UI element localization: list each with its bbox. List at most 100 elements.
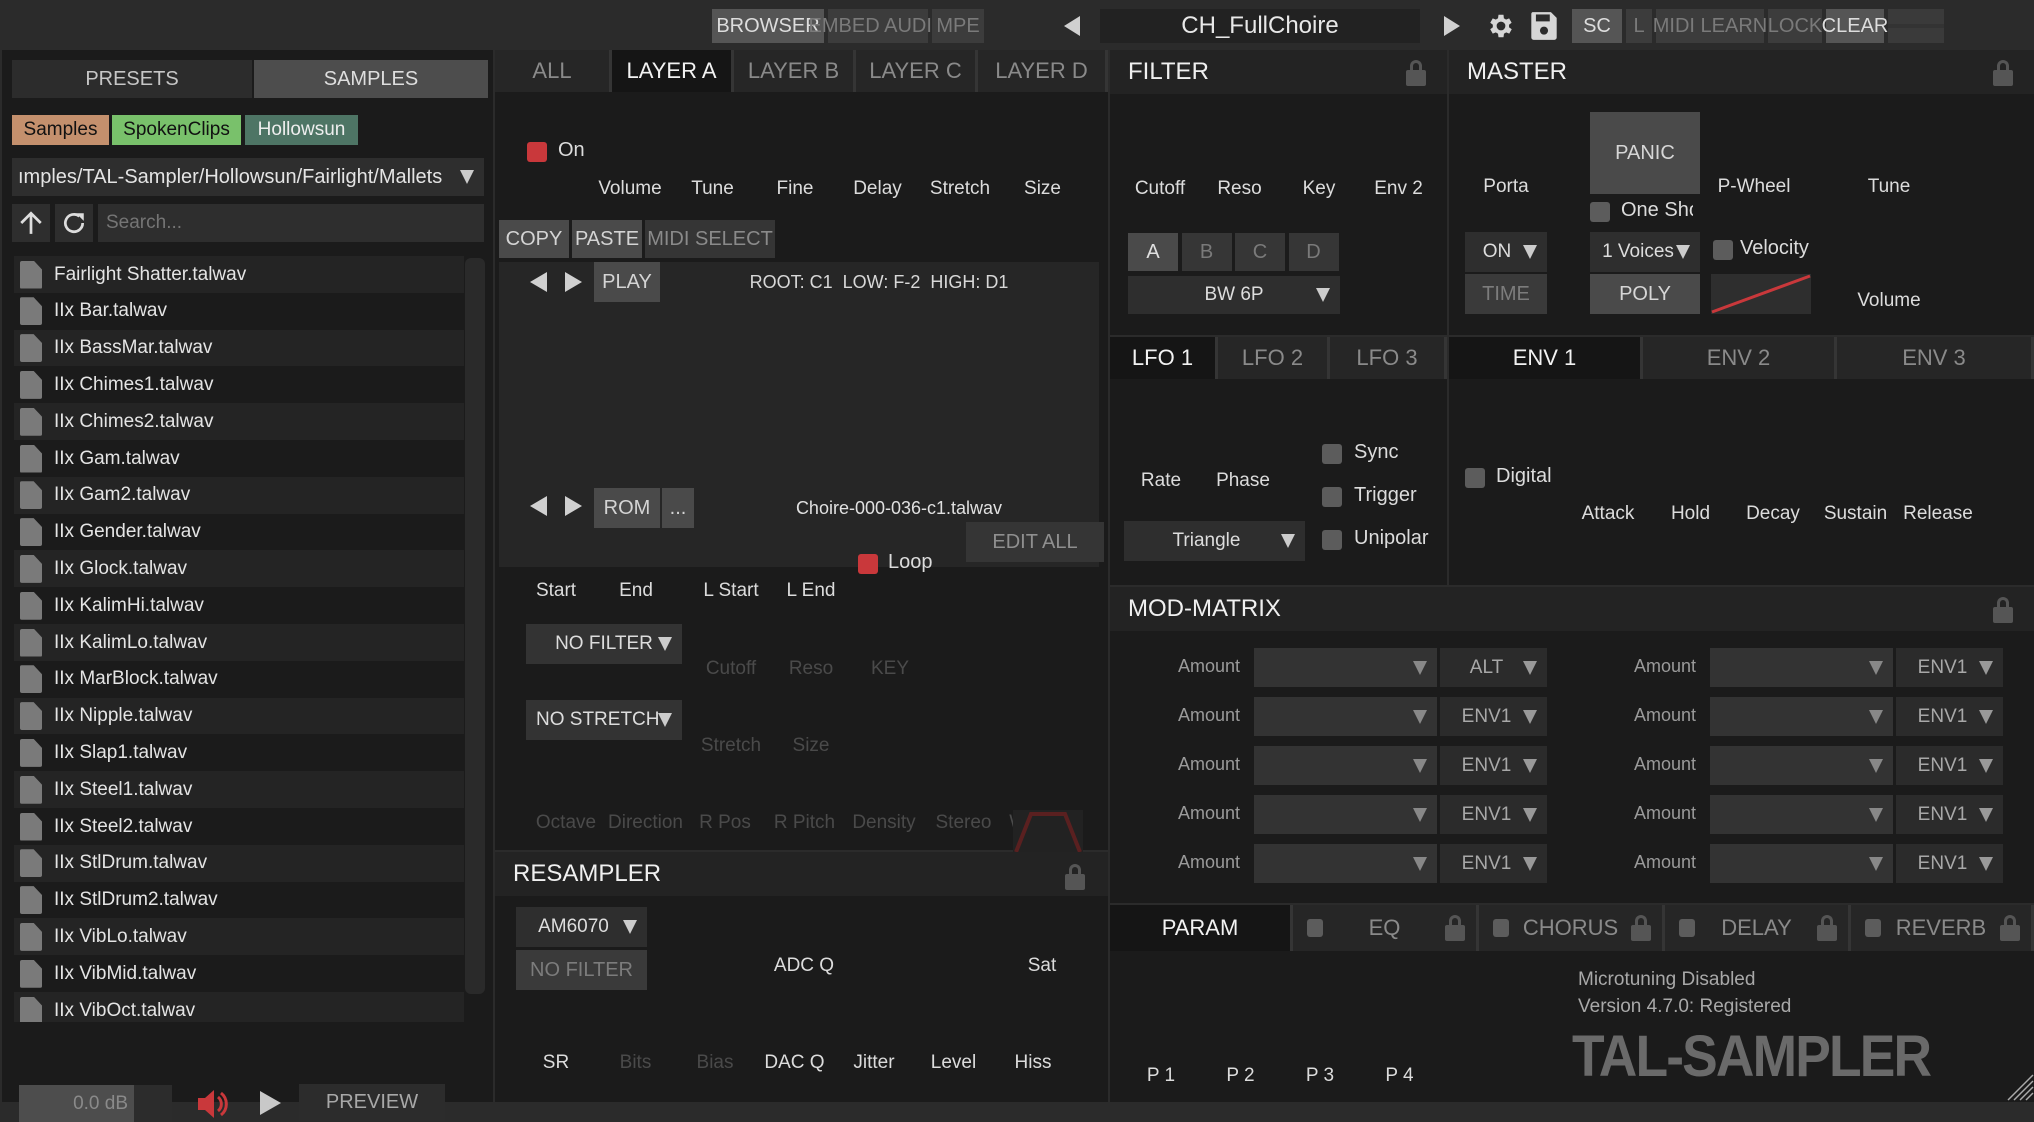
mod-dest-dropdown[interactable]: ENV1 [1440,746,1547,785]
fx-reverb-lock-icon[interactable] [2000,915,2020,941]
up-folder-button[interactable] [12,204,50,242]
prev-preset-icon[interactable] [1064,16,1080,36]
modmatrix-lock-icon[interactable] [1993,597,2013,623]
play-preview-icon[interactable] [260,1091,281,1115]
browser-button[interactable]: BROWSER [712,9,824,43]
mpe-button[interactable]: MPE [932,9,984,43]
resize-grip-icon[interactable] [2006,1073,2034,1101]
mod-source-dropdown[interactable] [1254,844,1437,883]
tab-fx-delay[interactable]: DELAY [1665,905,1851,951]
mod-dest-dropdown[interactable]: ENV1 [1440,795,1547,834]
lock-button[interactable]: LOCK [1768,9,1822,43]
voices-dropdown[interactable]: 1 Voices [1590,232,1700,272]
mod-dest-dropdown[interactable]: ENV1 [1896,844,2003,883]
tag-hollowsun[interactable]: Hollowsun [245,115,358,145]
gain-slider[interactable]: 0.0 dB [19,1085,172,1122]
file-row[interactable]: IIx KalimHi.talwav [14,587,464,625]
mod-dest-dropdown[interactable]: ENV1 [1896,795,2003,834]
file-row[interactable]: IIx Steel1.talwav [14,771,464,809]
tab-layer-layer-b[interactable]: LAYER B [734,50,856,92]
lfo-trigger-checkbox[interactable] [1322,487,1342,507]
next-sample-icon[interactable] [565,272,582,292]
file-row[interactable]: IIx StlDrum.talwav [14,844,464,882]
tag-spokenclips[interactable]: SpokenClips [112,115,241,145]
mod-source-dropdown[interactable] [1710,795,1893,834]
edit-all-button[interactable]: EDIT ALL [966,522,1104,562]
fx-chorus-lock-icon[interactable] [1631,915,1651,941]
stretch-dropdown[interactable]: NO STRETCH [526,700,682,740]
mod-dest-dropdown[interactable]: ENV1 [1440,844,1547,883]
file-row[interactable]: IIx Gender.talwav [14,513,464,551]
velocity-curve[interactable] [1711,274,1811,314]
file-row[interactable]: IIx VibLo.talwav [14,918,464,956]
paste-button[interactable]: PASTE [572,220,642,258]
fx-delay-lock-icon[interactable] [1817,915,1837,941]
tab-lfo-lfo-3[interactable]: LFO 3 [1330,337,1447,379]
digital-checkbox[interactable] [1465,468,1485,488]
file-list-scrollbar[interactable] [465,258,485,994]
lfo-waveform-dropdown[interactable]: Triangle [1124,521,1305,561]
tab-layer-layer-d[interactable]: LAYER D [978,50,1108,92]
refresh-button[interactable] [55,204,93,242]
loop-checkbox[interactable] [858,554,878,574]
lfo-sync-checkbox[interactable] [1322,444,1342,464]
layer-on-checkbox[interactable] [527,142,547,162]
prev-rom-icon[interactable] [530,496,547,516]
tab-fx-eq[interactable]: EQ [1293,905,1479,951]
resampler-model-dropdown[interactable]: AM6070 [516,907,647,947]
next-rom-icon[interactable] [565,496,582,516]
master-lock-icon[interactable] [1993,60,2013,86]
file-row[interactable]: IIx KalimLo.talwav [14,624,464,661]
fx-eq-lock-icon[interactable] [1445,915,1465,941]
path-dropdown[interactable]: ımples/TAL-Sampler/Hollowsun/Fairlight/M… [12,158,484,196]
file-row[interactable]: IIx VibMid.talwav [14,955,464,993]
resampler-filter-button[interactable]: NO FILTER [516,950,647,990]
mod-source-dropdown[interactable] [1710,746,1893,785]
tab-env-env-1[interactable]: ENV 1 [1449,337,1643,379]
file-row[interactable]: IIx StlDrum2.talwav [14,881,464,919]
mod-source-dropdown[interactable] [1254,795,1437,834]
filter-slot-c[interactable]: C [1235,233,1285,271]
file-row[interactable]: IIx Bar.talwav [14,292,464,330]
porta-mode-dropdown[interactable]: ON [1465,232,1547,272]
save-icon[interactable] [1530,11,1558,41]
file-row[interactable]: IIx Chimes2.talwav [14,403,464,441]
tab-presets[interactable]: PRESETS [12,60,252,98]
window-shape-icon[interactable] [1013,810,1083,854]
tab-samples[interactable]: SAMPLES [254,60,488,98]
next-preset-icon[interactable] [1444,16,1460,36]
waveform[interactable] [499,304,1099,484]
resampler-lock-icon[interactable] [1065,864,1085,890]
tab-fx-chorus[interactable]: CHORUS [1479,905,1665,951]
file-row[interactable]: IIx MarBlock.talwav [14,660,464,698]
mod-dest-dropdown[interactable]: ENV1 [1440,697,1547,736]
file-row[interactable]: IIx Slap1.talwav [14,734,464,772]
file-list[interactable]: Fairlight Shatter.talwav IIx Bar.talwav II… [2,250,472,1022]
filter-type-dropdown[interactable]: BW 6P [1128,276,1340,314]
filter-slot-d[interactable]: D [1288,233,1339,271]
speaker-icon[interactable] [196,1087,228,1121]
gear-icon[interactable] [1486,11,1516,41]
file-row[interactable]: IIx Chimes1.talwav [14,366,464,404]
copy-button[interactable]: COPY [499,220,569,258]
velocity-checkbox[interactable] [1713,240,1733,260]
tab-lfo-lfo-1[interactable]: LFO 1 [1110,337,1218,379]
midi-learn-button[interactable]: MIDI LEARN [1653,9,1767,43]
filter-slot-b[interactable]: B [1181,233,1232,271]
panic-button[interactable]: PANIC [1590,112,1700,194]
file-row[interactable]: IIx Steel2.talwav [14,808,464,845]
preview-button[interactable]: PREVIEW [299,1084,445,1121]
poly-button[interactable]: POLY [1590,274,1700,314]
mod-dest-dropdown[interactable]: ALT [1440,648,1547,687]
tab-env-env-3[interactable]: ENV 3 [1837,337,2034,379]
filter-slot-a[interactable]: A [1128,233,1178,271]
clear-button[interactable]: CLEAR [1822,9,1888,43]
fx-chorus-enable-checkbox[interactable] [1493,919,1509,937]
mod-source-dropdown[interactable] [1254,697,1437,736]
mod-source-dropdown[interactable] [1254,648,1437,687]
preset-name-display[interactable]: CH_FullChoire [1100,9,1420,43]
mod-dest-dropdown[interactable]: ENV1 [1896,746,2003,785]
tab-fx-reverb[interactable]: REVERB [1851,905,2034,951]
file-row[interactable]: IIx BassMar.talwav [14,329,464,367]
layer-filter-dropdown[interactable]: NO FILTER [526,624,682,664]
